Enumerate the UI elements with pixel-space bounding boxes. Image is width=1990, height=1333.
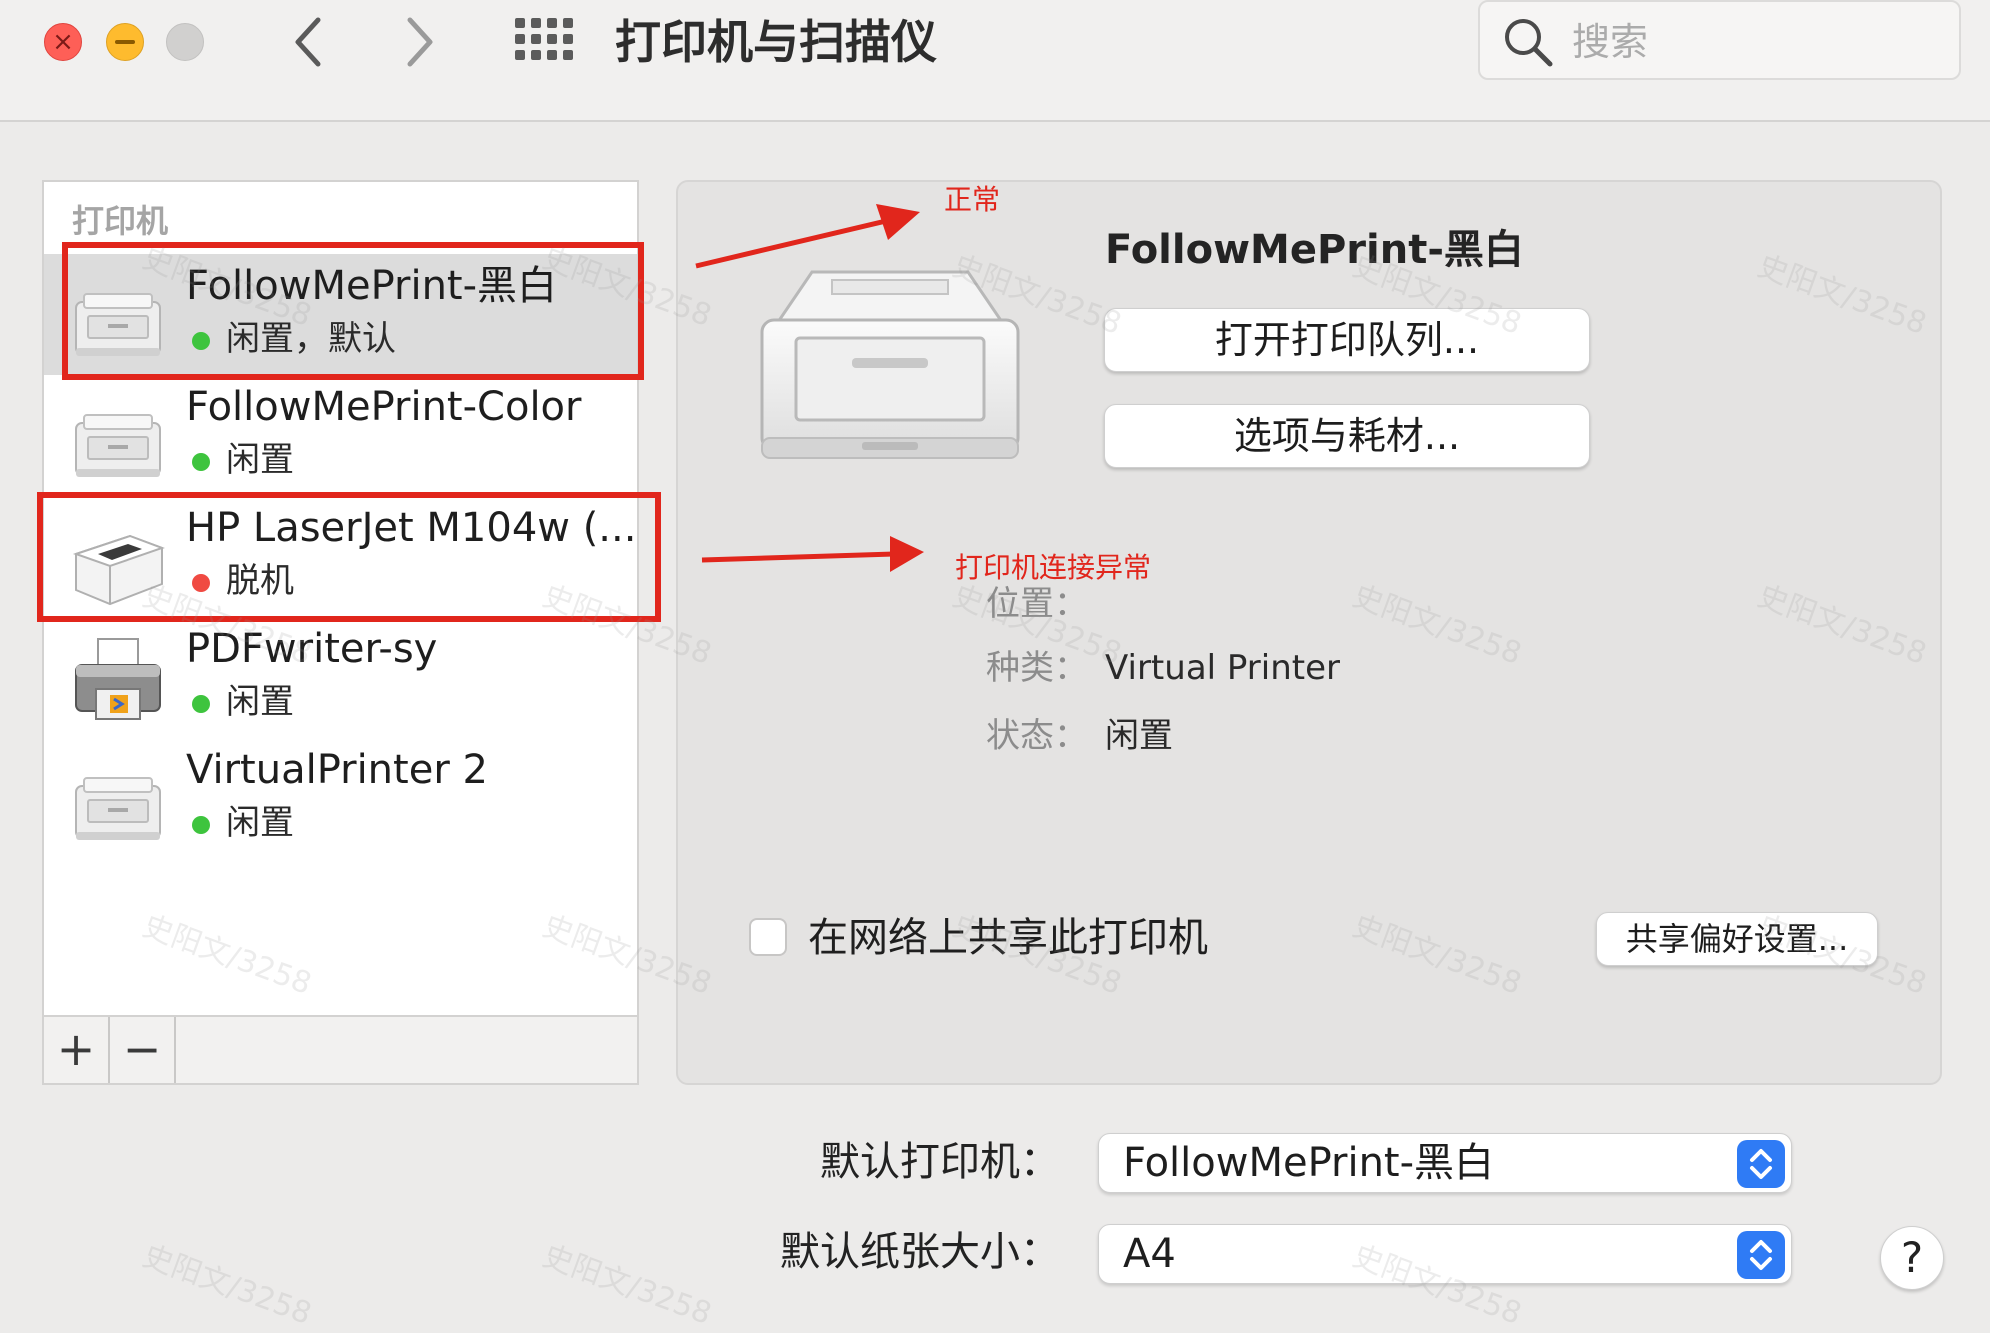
- annotation-box-error: [37, 492, 661, 622]
- forward-button[interactable]: [390, 8, 450, 76]
- paper-size-label: 默认纸张大小：: [780, 1229, 1060, 1275]
- kind-value: Virtual Printer: [1105, 648, 1341, 688]
- sharing-preferences-button[interactable]: 共享偏好设置...: [1596, 912, 1878, 966]
- annotation-box-normal: [62, 242, 644, 380]
- close-window-button[interactable]: ×: [44, 23, 82, 61]
- default-printer-popup[interactable]: FollowMePrint-黑白: [1098, 1133, 1792, 1193]
- zoom-window-button[interactable]: [166, 23, 204, 61]
- options-supplies-button[interactable]: 选项与耗材...: [1104, 404, 1590, 468]
- printer-status: 闲置: [226, 440, 294, 480]
- remove-printer-button[interactable]: −: [110, 1017, 176, 1083]
- printer-name: FollowMePrint-Color: [186, 384, 582, 430]
- share-printer-label: 在网络上共享此打印机: [808, 915, 1208, 961]
- share-printer-checkbox[interactable]: [749, 918, 787, 956]
- search-icon: [1505, 19, 1553, 67]
- minimize-window-button[interactable]: [106, 23, 144, 61]
- printer-list-item[interactable]: FollowMePrint-Color 闲置: [44, 375, 637, 496]
- chevron-right-icon: [407, 17, 433, 67]
- annotation-arrow-error: [701, 536, 924, 572]
- status-value: 闲置: [1105, 716, 1173, 756]
- kind-label: 种类：: [986, 648, 1088, 688]
- pdf-printer-icon: [75, 638, 161, 720]
- paper-size-popup[interactable]: A4: [1098, 1224, 1792, 1284]
- location-label: 位置：: [986, 584, 1088, 624]
- watermark: 史阳文/3258: [138, 1238, 316, 1332]
- printer-status: 闲置: [226, 682, 294, 722]
- default-printer-value: FollowMePrint-黑白: [1123, 1140, 1495, 1186]
- printer-name: PDFwriter-sy: [186, 626, 438, 672]
- add-printer-button[interactable]: +: [44, 1017, 110, 1083]
- close-icon: ×: [52, 27, 74, 57]
- annotation-arrow-normal: [695, 204, 920, 269]
- search-field[interactable]: [1478, 0, 1961, 80]
- printer-list-item[interactable]: PDFwriter-sy 闲置: [44, 617, 637, 738]
- laser-printer-icon: [75, 777, 161, 840]
- status-dot-idle: [192, 453, 210, 471]
- show-all-grid-icon[interactable]: [515, 18, 573, 60]
- watermark: 史阳文/3258: [538, 1238, 716, 1332]
- printer-list-header: 打印机: [72, 202, 169, 240]
- default-printer-label: 默认打印机：: [820, 1139, 1060, 1185]
- printer-list-toolbar: + −: [44, 1015, 637, 1083]
- large-printer-icon: [760, 270, 1020, 459]
- search-input[interactable]: [1570, 14, 1944, 70]
- printer-status: 闲置: [226, 803, 294, 843]
- minimize-icon: [115, 40, 135, 44]
- printer-list-item[interactable]: VirtualPrinter 2 闲置: [44, 738, 637, 859]
- popup-arrows-icon: [1737, 1140, 1785, 1188]
- printer-name: VirtualPrinter 2: [186, 747, 488, 793]
- annotation-normal-text: 正常: [944, 183, 1001, 216]
- popup-arrows-icon: [1737, 1231, 1785, 1279]
- annotation-error-text: 打印机连接异常: [955, 551, 1152, 584]
- open-print-queue-button[interactable]: 打开打印队列...: [1104, 308, 1590, 372]
- help-button[interactable]: ?: [1880, 1226, 1944, 1290]
- back-button[interactable]: [278, 8, 338, 76]
- title-bar: × 打印机与扫描仪: [0, 0, 1990, 122]
- laser-printer-icon: [75, 414, 161, 477]
- window-title: 打印机与扫描仪: [615, 15, 937, 69]
- chevron-left-icon: [295, 17, 321, 67]
- selected-printer-name: FollowMePrint-黑白: [1105, 227, 1524, 273]
- status-dot-idle: [192, 816, 210, 834]
- status-dot-idle: [192, 695, 210, 713]
- paper-size-value: A4: [1123, 1231, 1176, 1277]
- status-label: 状态：: [986, 716, 1088, 756]
